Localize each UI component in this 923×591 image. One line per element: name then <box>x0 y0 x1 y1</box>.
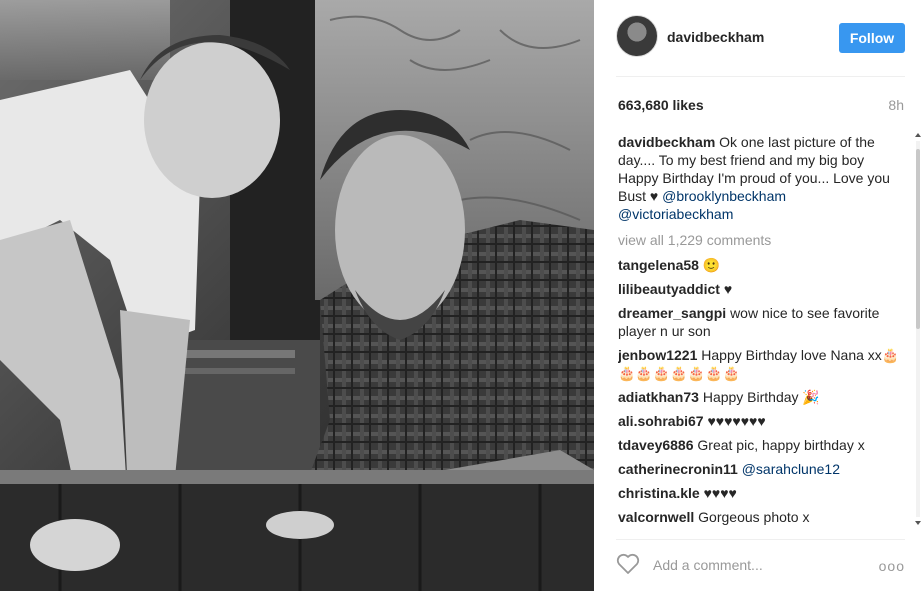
comment-username[interactable]: dreamer_sangpi <box>618 305 726 321</box>
heart-outline-icon[interactable] <box>616 553 640 575</box>
mention-link[interactable]: @brooklynbeckham <box>662 188 786 204</box>
comments-scrollbar[interactable] <box>913 133 923 525</box>
caption-username[interactable]: davidbeckham <box>618 134 715 150</box>
comment-item: valcornwell Gorgeous photo x <box>618 508 903 526</box>
scroll-thumb[interactable] <box>916 149 920 329</box>
add-comment-input[interactable] <box>651 556 855 574</box>
more-options-icon[interactable]: ooo <box>879 558 905 574</box>
comment-username[interactable]: valcornwell <box>618 509 694 525</box>
comment-username[interactable]: lilibeautyaddict <box>618 281 720 297</box>
comment-item: adiatkhan73 Happy Birthday 🎉 <box>618 388 903 406</box>
comment-text: Happy Birthday 🎉 <box>702 389 820 405</box>
comment-item: christina.kle ♥♥♥♥ <box>618 484 903 502</box>
post-sidebar: davidbeckham Follow 663,680 likes 8h dav… <box>594 0 923 591</box>
mention-link[interactable]: @victoriabeckham <box>618 206 733 222</box>
comment-item: dreamer_sangpi wow nice to see favorite … <box>618 304 903 340</box>
caption: davidbeckham Ok one last picture of the … <box>618 133 903 223</box>
comment-username[interactable]: jenbow1221 <box>618 347 697 363</box>
comment-username[interactable]: catherinecronin11 <box>618 461 738 477</box>
comment-item: ali.sohrabi67 ♥♥♥♥♥♥♥ <box>618 412 903 430</box>
instagram-post-view: davidbeckham Follow 663,680 likes 8h dav… <box>0 0 923 591</box>
post-photo[interactable] <box>0 0 594 591</box>
mention-link[interactable]: @sarahclune12 <box>742 461 840 477</box>
comment-item: tdavey6886 Great pic, happy birthday x <box>618 436 903 454</box>
comment-text: ♥♥♥♥♥♥♥ <box>707 413 766 429</box>
photo-illustration <box>0 0 594 591</box>
comment-text: 🙂 <box>702 257 721 273</box>
follow-button[interactable]: Follow <box>839 23 905 53</box>
comment-text: Gorgeous photo x <box>698 509 810 525</box>
post-time: 8h <box>888 97 904 113</box>
avatar[interactable] <box>616 15 658 57</box>
comment-text: ♥♥♥♥ <box>703 485 737 501</box>
comment-username[interactable]: tangelena58 <box>618 257 699 273</box>
comment-footer: ooo <box>616 539 905 591</box>
post-header: davidbeckham Follow <box>594 0 923 76</box>
comments-list[interactable]: davidbeckham Ok one last picture of the … <box>618 133 903 533</box>
comment-username[interactable]: christina.kle <box>618 485 700 501</box>
comment-item: jenbow1221 Happy Birthday love Nana xx🎂🎂… <box>618 346 903 382</box>
comment-item: lilibeautyaddict ♥ <box>618 280 903 298</box>
comment-text: Great pic, happy birthday x <box>697 437 865 453</box>
scroll-down-arrow-icon[interactable] <box>915 521 921 525</box>
author-username[interactable]: davidbeckham <box>667 29 764 45</box>
comment-username[interactable]: adiatkhan73 <box>618 389 699 405</box>
view-all-comments-link[interactable]: view all 1,229 comments <box>618 231 903 249</box>
comment-item: catherinecronin11 @sarahclune12 <box>618 460 903 478</box>
header-divider <box>616 76 905 77</box>
comment-username[interactable]: tdavey6886 <box>618 437 694 453</box>
comment-text: ♥ <box>723 281 733 297</box>
scroll-up-arrow-icon[interactable] <box>915 133 921 137</box>
comment-username[interactable]: ali.sohrabi67 <box>618 413 704 429</box>
comment-item: tangelena58 🙂 <box>618 256 903 274</box>
like-count[interactable]: 663,680 likes <box>618 97 704 113</box>
